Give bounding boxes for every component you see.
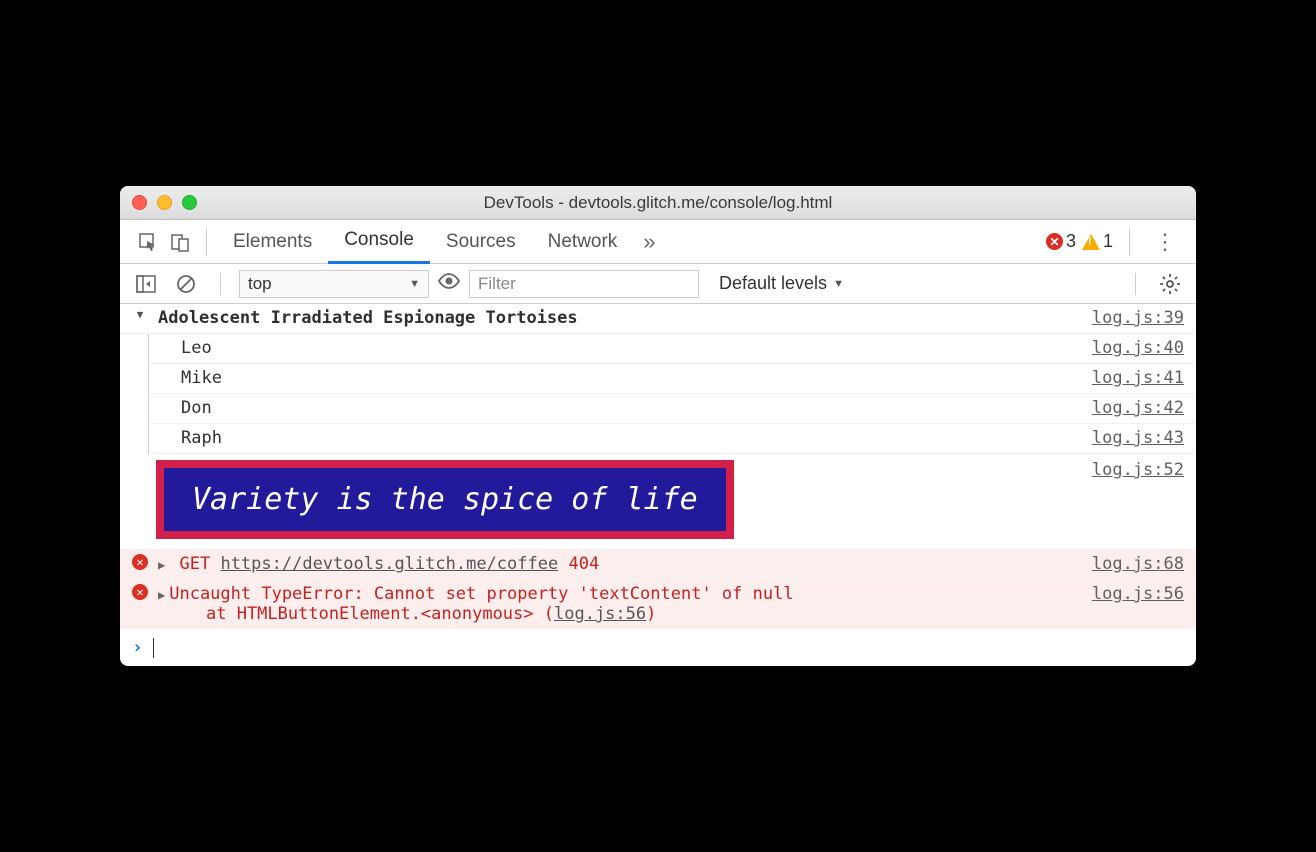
window-title: DevTools - devtools.glitch.me/console/lo… <box>120 193 1196 213</box>
devtools-window: DevTools - devtools.glitch.me/console/lo… <box>120 186 1196 666</box>
devtools-tabbar: Elements Console Sources Network » ✕ 3 1… <box>120 220 1196 264</box>
warning-icon <box>1082 234 1100 250</box>
group-title: Adolescent Irradiated Espionage Tortoise… <box>154 308 1080 328</box>
text-cursor <box>153 638 154 658</box>
disclosure-triangle-icon[interactable]: ▼ <box>137 308 144 321</box>
stack-suffix: ) <box>646 604 656 624</box>
source-link[interactable]: log.js:52 <box>1092 460 1184 539</box>
window-zoom-button[interactable] <box>182 195 197 210</box>
console-exception-row: ✕ ▶ Uncaught TypeError: Cannot set proper… <box>120 580 1196 629</box>
console-group-body: Leo log.js:40 Mike log.js:41 Don log.js:… <box>120 334 1196 454</box>
inspect-element-icon[interactable] <box>132 226 164 258</box>
console-prompt[interactable]: › <box>120 629 1196 666</box>
source-link[interactable]: log.js:43 <box>1080 428 1184 448</box>
error-icon: ✕ <box>132 584 148 600</box>
console-settings-icon[interactable] <box>1154 268 1186 300</box>
live-expression-icon[interactable] <box>437 272 461 295</box>
chevron-down-icon: ▼ <box>833 278 844 290</box>
warning-count: 1 <box>1103 231 1113 252</box>
source-link[interactable]: log.js:39 <box>1080 308 1184 328</box>
stack-source-link[interactable]: log.js:56 <box>554 604 646 624</box>
console-log-row: Mike log.js:41 <box>149 364 1196 394</box>
prompt-caret-icon: › <box>132 637 143 658</box>
console-network-error-row: ✕ ▶ GET https://devtools.glitch.me/coffe… <box>120 550 1196 580</box>
log-message: Raph <box>177 428 1080 448</box>
divider <box>1129 228 1130 256</box>
window-close-button[interactable] <box>132 195 147 210</box>
styled-log-message: Variety is the spice of life <box>156 460 734 539</box>
exception-message: Uncaught TypeError: Cannot set property … <box>169 584 793 604</box>
tab-sources[interactable]: Sources <box>430 220 532 264</box>
console-toolbar: top ▼ Default levels ▼ <box>120 264 1196 304</box>
source-link[interactable]: log.js:56 <box>1080 584 1184 604</box>
disclosure-triangle-icon[interactable]: ▶ <box>158 588 165 602</box>
request-url[interactable]: https://devtools.glitch.me/coffee <box>220 554 558 574</box>
clear-console-icon[interactable] <box>170 268 202 300</box>
toggle-device-toolbar-icon[interactable] <box>164 226 196 258</box>
divider <box>206 228 207 256</box>
window-minimize-button[interactable] <box>157 195 172 210</box>
divider <box>1135 273 1136 295</box>
error-count-badge[interactable]: ✕ 3 <box>1046 231 1076 252</box>
tab-console[interactable]: Console <box>328 220 430 264</box>
tab-network[interactable]: Network <box>532 220 634 264</box>
group-rail <box>129 334 149 454</box>
log-levels-selector[interactable]: Default levels ▼ <box>719 273 844 294</box>
http-method: GET <box>179 554 210 574</box>
settings-menu-icon[interactable]: ⋮ <box>1146 229 1184 255</box>
levels-label: Default levels <box>719 273 827 294</box>
context-selector[interactable]: top ▼ <box>239 270 429 298</box>
log-message: Mike <box>177 368 1080 388</box>
error-count: 3 <box>1066 231 1076 252</box>
log-message: Leo <box>177 338 1080 358</box>
divider <box>220 273 221 295</box>
stack-prefix: at HTMLButtonElement.<anonymous> ( <box>206 604 554 624</box>
window-traffic-lights <box>132 195 197 210</box>
http-status: 404 <box>568 554 599 574</box>
source-link[interactable]: log.js:68 <box>1080 554 1184 574</box>
error-message: ▶ GET https://devtools.glitch.me/coffee … <box>154 554 1080 574</box>
console-group-header[interactable]: ▼ Adolescent Irradiated Espionage Tortoi… <box>120 304 1196 334</box>
stack-frame: at HTMLButtonElement.<anonymous> (log.js… <box>158 604 1080 624</box>
source-link[interactable]: log.js:40 <box>1080 338 1184 358</box>
console-output: ▼ Adolescent Irradiated Espionage Tortoi… <box>120 304 1196 666</box>
filter-input[interactable] <box>469 270 699 298</box>
tab-elements[interactable]: Elements <box>217 220 328 264</box>
console-styled-row: Variety is the spice of life log.js:52 <box>120 454 1196 550</box>
log-message: Don <box>177 398 1080 418</box>
chevron-down-icon: ▼ <box>409 278 420 290</box>
error-icon: ✕ <box>1046 233 1063 250</box>
error-icon: ✕ <box>132 554 148 570</box>
toggle-console-sidebar-icon[interactable] <box>130 268 162 300</box>
context-value: top <box>248 274 272 294</box>
console-log-row: Raph log.js:43 <box>149 424 1196 454</box>
disclosure-triangle-icon[interactable]: ▶ <box>158 558 165 572</box>
console-log-row: Don log.js:42 <box>149 394 1196 424</box>
window-titlebar: DevTools - devtools.glitch.me/console/lo… <box>120 186 1196 220</box>
more-tabs-icon[interactable]: » <box>633 226 665 258</box>
source-link[interactable]: log.js:42 <box>1080 398 1184 418</box>
console-log-row: Leo log.js:40 <box>149 334 1196 364</box>
warning-count-badge[interactable]: 1 <box>1082 231 1113 252</box>
source-link[interactable]: log.js:41 <box>1080 368 1184 388</box>
exception-message-block: ▶ Uncaught TypeError: Cannot set property… <box>154 584 1080 624</box>
